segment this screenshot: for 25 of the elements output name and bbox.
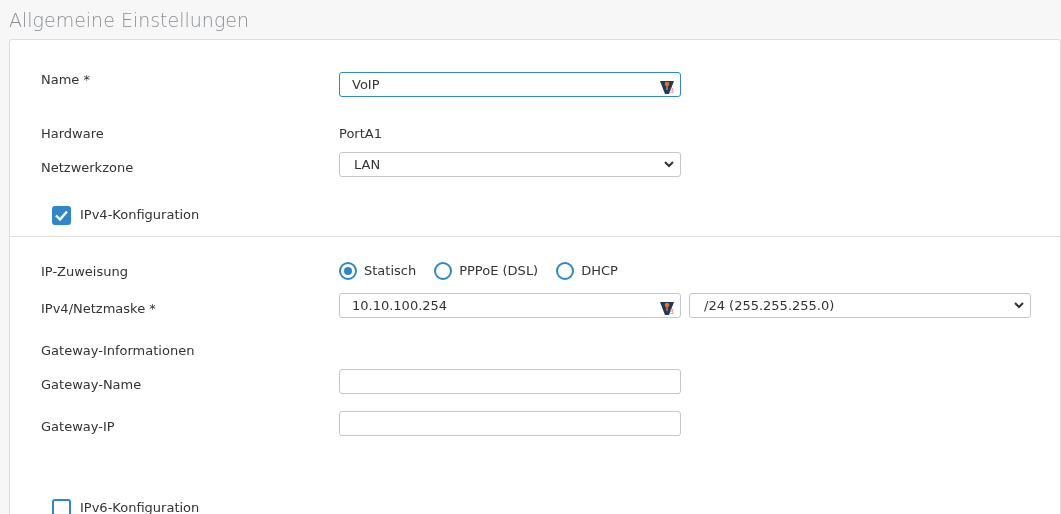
radio-label: DHCP: [581, 262, 618, 280]
field-label: Gateway-Informationen: [41, 343, 195, 358]
radio-button[interactable]: [434, 261, 453, 280]
text-field[interactable]: [339, 369, 681, 394]
radio-button[interactable]: [339, 261, 357, 280]
dropdown[interactable]: /24 (255.255.255.0): [689, 293, 1031, 318]
page-title: Allgemeine Einstellungen: [8, 8, 251, 33]
field-label: IP-Zuweisung: [41, 264, 128, 279]
radio-label: Statisch: [364, 262, 417, 280]
checkbox[interactable]: [52, 498, 71, 514]
field-label: Gateway-Name: [41, 377, 142, 392]
field-label: Name *: [41, 72, 90, 87]
field-label: Hardware: [41, 126, 104, 141]
radio-label: PPPoE (DSL): [459, 262, 539, 280]
checkbox-label: IPv4-Konfiguration: [80, 206, 200, 225]
checkbox[interactable]: [52, 205, 71, 225]
chevron-icon: [1014, 302, 1024, 309]
chevron-icon: [664, 161, 674, 168]
field-label: IPv4/Netzmaske *: [41, 301, 156, 316]
field-label: Gateway-IP: [41, 419, 115, 434]
text-field[interactable]: [339, 411, 681, 436]
dropdown[interactable]: LAN: [339, 152, 681, 177]
field-value: PortA1: [339, 125, 382, 143]
field-label: Netzwerkzone: [41, 160, 134, 175]
radio-button[interactable]: [556, 261, 575, 280]
